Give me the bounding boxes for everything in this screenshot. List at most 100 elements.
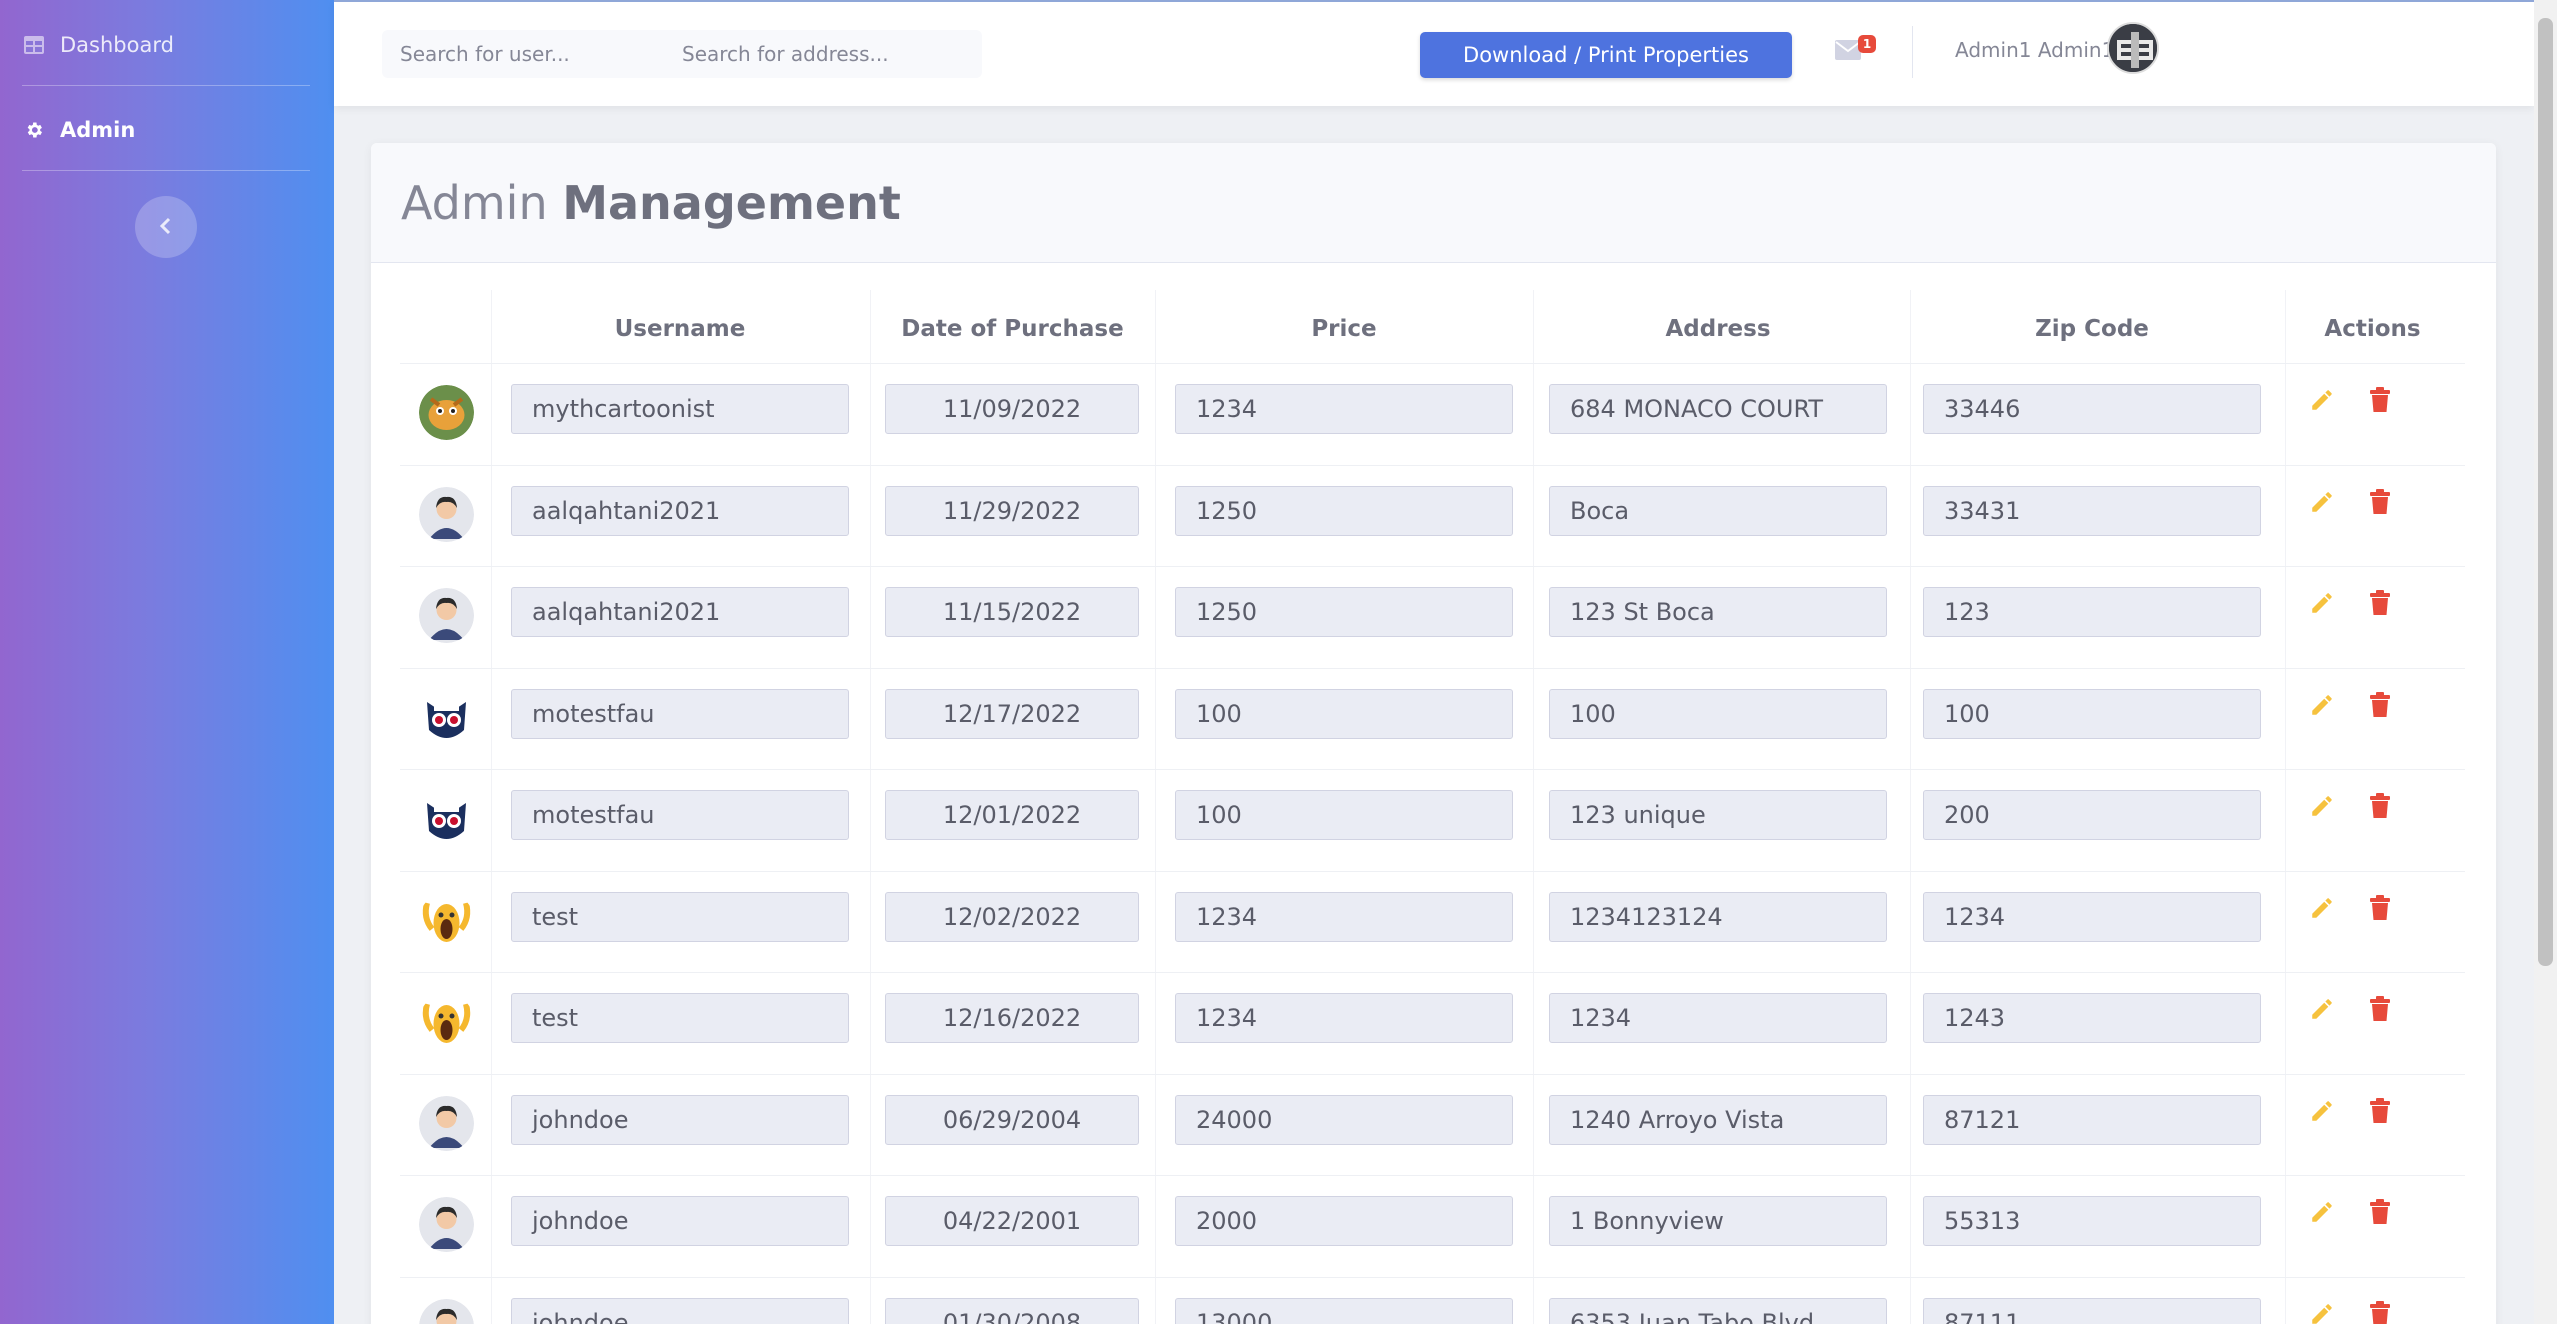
username-field[interactable]: johndoe: [511, 1094, 849, 1145]
avatar: [419, 385, 474, 440]
zip-field[interactable]: 33431: [1923, 485, 2261, 536]
trash-icon[interactable]: [2365, 893, 2395, 923]
column-divider: [491, 290, 492, 1324]
row-divider: [400, 1276, 2465, 1278]
pencil-icon[interactable]: [2307, 588, 2337, 618]
trash-icon[interactable]: [2365, 791, 2395, 821]
row-divider: [400, 566, 2465, 567]
search-user-input[interactable]: [382, 30, 682, 78]
sidebar-toggle-button[interactable]: [135, 196, 197, 258]
column-header-zip: Zip Code: [2035, 316, 2149, 342]
gear-icon: [22, 118, 46, 142]
row-divider: [400, 363, 2465, 364]
column-header-actions: Actions: [2324, 316, 2421, 342]
download-print-button[interactable]: Download / Print Properties: [1420, 32, 1792, 78]
username-field[interactable]: johndoe: [511, 1196, 849, 1246]
zip-field[interactable]: 1234: [1923, 891, 2261, 942]
column-header-price: Price: [1311, 316, 1377, 342]
username-field[interactable]: motestfau: [511, 688, 849, 739]
zip-field[interactable]: 55313: [1923, 1196, 2261, 1246]
trash-icon[interactable]: [2365, 1096, 2395, 1126]
zip-field[interactable]: 1243: [1923, 993, 2261, 1043]
date-field[interactable]: 12/01/2022: [885, 790, 1139, 840]
date-field[interactable]: 11/15/2022: [885, 587, 1139, 637]
pencil-icon[interactable]: [2307, 1299, 2337, 1324]
username-field[interactable]: aalqahtani2021: [511, 485, 849, 536]
username-field[interactable]: test: [511, 993, 849, 1043]
column-header-date: Date of Purchase: [901, 316, 1124, 342]
pencil-icon[interactable]: [2307, 994, 2337, 1024]
address-field[interactable]: 684 MONACO COURT: [1549, 384, 1887, 434]
sidebar-item-admin[interactable]: Admin: [0, 110, 334, 150]
page-title: Admin Management: [401, 176, 901, 230]
price-field[interactable]: 1234: [1175, 891, 1513, 942]
row-divider: [400, 464, 2465, 466]
price-field[interactable]: 1234: [1175, 384, 1513, 434]
pencil-icon[interactable]: [2307, 385, 2337, 415]
username-field[interactable]: aalqahtani2021: [511, 587, 849, 637]
username-field[interactable]: mythcartoonist: [511, 384, 849, 434]
address-field[interactable]: 100: [1549, 688, 1887, 739]
user-name[interactable]: Admin1 Admin1: [1955, 38, 2114, 62]
zip-field[interactable]: 87121: [1923, 1094, 2261, 1145]
username-field[interactable]: motestfau: [511, 790, 849, 840]
price-field[interactable]: 100: [1175, 790, 1513, 840]
zip-field[interactable]: 33446: [1923, 384, 2261, 434]
trash-icon[interactable]: [2365, 588, 2395, 618]
price-field[interactable]: 1234: [1175, 993, 1513, 1043]
price-field[interactable]: 100: [1175, 688, 1513, 739]
search-address-input[interactable]: [682, 30, 982, 78]
pencil-icon[interactable]: [2307, 893, 2337, 923]
column-divider: [1910, 290, 1911, 1324]
zip-field[interactable]: 200: [1923, 790, 2261, 840]
price-field[interactable]: 2000: [1175, 1196, 1513, 1246]
username-field[interactable]: johndoe: [511, 1297, 849, 1324]
username-field[interactable]: test: [511, 891, 849, 942]
row-divider: [400, 870, 2465, 872]
zip-field[interactable]: 87111: [1923, 1297, 2261, 1324]
date-field[interactable]: 11/29/2022: [885, 485, 1139, 536]
price-field[interactable]: 1250: [1175, 587, 1513, 637]
avatar: [419, 994, 474, 1049]
zip-field[interactable]: 100: [1923, 688, 2261, 739]
date-field[interactable]: 12/16/2022: [885, 993, 1139, 1043]
address-field[interactable]: 123 St Boca: [1549, 587, 1887, 637]
price-field[interactable]: 1250: [1175, 485, 1513, 536]
date-field[interactable]: 04/22/2001: [885, 1196, 1139, 1246]
pencil-icon[interactable]: [2307, 791, 2337, 821]
page-title-bold: Management: [562, 175, 901, 230]
address-field[interactable]: 1234: [1549, 993, 1887, 1043]
date-field[interactable]: 12/17/2022: [885, 688, 1139, 739]
pencil-icon[interactable]: [2307, 690, 2337, 720]
trash-icon[interactable]: [2365, 1197, 2395, 1227]
trash-icon[interactable]: [2365, 1299, 2395, 1324]
sidebar-divider: [22, 85, 310, 86]
price-field[interactable]: 24000: [1175, 1094, 1513, 1145]
trash-icon[interactable]: [2365, 487, 2395, 517]
date-field[interactable]: 01/30/2008: [885, 1297, 1139, 1324]
pencil-icon[interactable]: [2307, 1197, 2337, 1227]
trash-icon[interactable]: [2365, 385, 2395, 415]
sidebar-item-dashboard[interactable]: Dashboard: [0, 25, 334, 65]
price-field[interactable]: 13000: [1175, 1297, 1513, 1324]
trash-icon[interactable]: [2365, 994, 2395, 1024]
address-field[interactable]: Boca: [1549, 485, 1887, 536]
zip-field[interactable]: 123: [1923, 587, 2261, 637]
address-field[interactable]: 123 unique: [1549, 790, 1887, 840]
pencil-icon[interactable]: [2307, 487, 2337, 517]
address-field[interactable]: 6353 Juan Tabo Blvd: [1549, 1297, 1887, 1324]
address-field[interactable]: 1240 Arroyo Vista: [1549, 1094, 1887, 1145]
date-field[interactable]: 12/02/2022: [885, 891, 1139, 942]
date-field[interactable]: 06/29/2004: [885, 1094, 1139, 1145]
trash-icon[interactable]: [2365, 690, 2395, 720]
page-title-light: Admin: [401, 175, 548, 230]
avatar: [419, 1095, 474, 1151]
address-field[interactable]: 1234123124: [1549, 891, 1887, 942]
user-avatar[interactable]: [2107, 22, 2159, 74]
address-field[interactable]: 1 Bonnyview: [1549, 1196, 1887, 1246]
date-field[interactable]: 11/09/2022: [885, 384, 1139, 434]
pencil-icon[interactable]: [2307, 1096, 2337, 1126]
scrollbar-thumb[interactable]: [2538, 18, 2553, 966]
row-divider: [400, 769, 2465, 770]
avatar: [419, 892, 474, 948]
